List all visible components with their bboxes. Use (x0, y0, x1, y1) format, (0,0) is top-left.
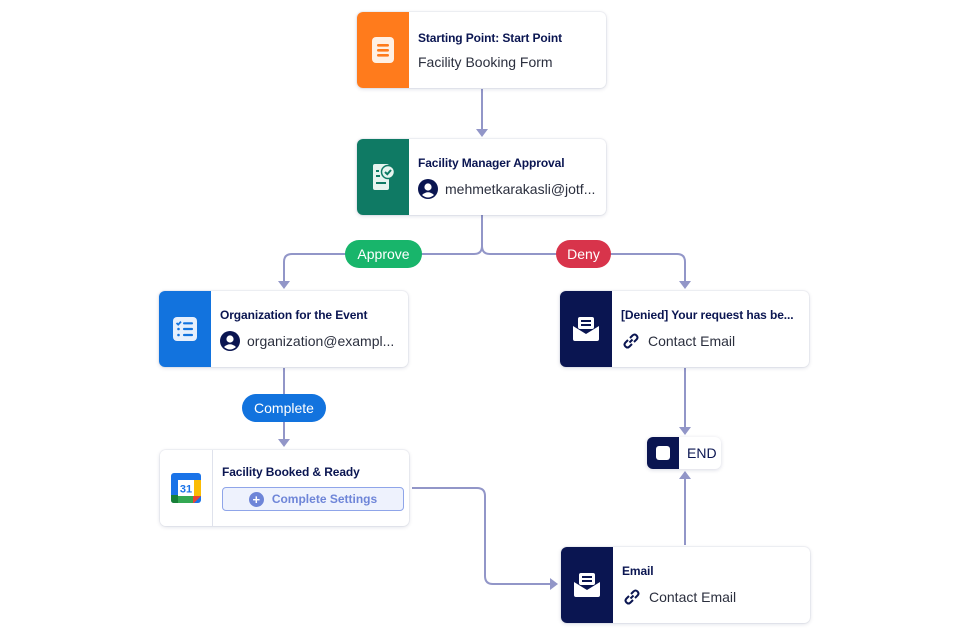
complete-settings-button[interactable]: + Complete Settings (222, 487, 404, 511)
node-title: Organization for the Event (220, 307, 368, 322)
branch-approve-label[interactable]: Approve (345, 240, 422, 268)
task-list-icon-box (159, 291, 211, 367)
arrowhead (679, 427, 691, 435)
assignee-email: organization@exampl... (247, 332, 395, 349)
node-organization-for-the-event[interactable]: Organization for the Event organization@… (159, 291, 408, 367)
link-icon (622, 587, 642, 607)
email-icon (574, 573, 600, 597)
recipient-label: Contact Email (649, 588, 737, 605)
node-email[interactable]: Email Contact Email (561, 547, 810, 623)
node-title: Facility Booked & Ready (222, 465, 360, 479)
node-facility-manager-approval[interactable]: Facility Manager Approval mehmetkarakasl… (357, 139, 606, 215)
node-facility-booked-ready[interactable]: 31 Facility Booked & Ready + Complete Se… (160, 450, 409, 526)
email-icon (573, 317, 599, 341)
stop-icon-box (647, 437, 679, 469)
stop-icon (656, 446, 670, 460)
node-title: Facility Manager Approval (418, 155, 565, 170)
end-label: END (687, 445, 717, 461)
google-calendar-icon-box: 31 (160, 450, 213, 526)
link-icon (621, 331, 641, 351)
email-icon-box (560, 291, 612, 367)
node-title: Email (622, 563, 654, 578)
node-start-point[interactable]: Starting Point: Start Point Facility Boo… (357, 12, 606, 88)
approval-icon-box (357, 139, 409, 215)
node-title: Starting Point: Start Point (418, 30, 562, 45)
branch-deny-label[interactable]: Deny (556, 240, 611, 268)
calendar-day: 31 (180, 484, 192, 496)
complete-settings-label: Complete Settings (271, 492, 378, 506)
recipient-label: Contact Email (648, 332, 736, 349)
node-title: [Denied] Your request has be... (621, 307, 794, 322)
arrowhead (679, 471, 691, 479)
assignee-email: mehmetkarakasli@jotf... (445, 180, 596, 197)
form-icon (372, 37, 394, 63)
task-list-icon (173, 317, 197, 341)
connectors (278, 89, 691, 590)
arrowhead (476, 129, 488, 137)
branch-complete-label[interactable]: Complete (242, 394, 326, 422)
email-icon-box (561, 547, 613, 623)
arrowhead (550, 578, 558, 590)
node-end[interactable]: END (647, 437, 721, 469)
approval-icon (373, 164, 395, 190)
connector-calendar-email (412, 487, 550, 585)
node-denied-email[interactable]: [Denied] Your request has be... Contact … (560, 291, 809, 367)
arrowhead (278, 281, 290, 289)
arrowhead (679, 281, 691, 289)
plus-icon: + (248, 491, 264, 507)
node-subtitle: Facility Booking Form (418, 53, 553, 70)
form-icon-box (357, 12, 409, 88)
arrowhead (278, 439, 290, 447)
user-icon (418, 178, 438, 199)
user-icon (220, 330, 240, 351)
google-calendar-icon: 31 (171, 473, 201, 503)
